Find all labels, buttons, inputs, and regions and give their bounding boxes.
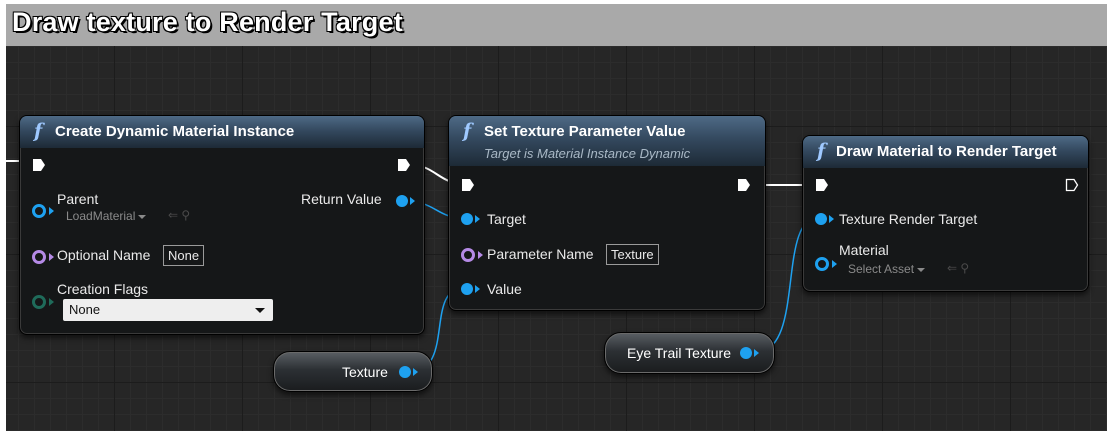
- pin-label-value: Value: [487, 281, 522, 297]
- function-icon: f: [817, 140, 826, 162]
- pin-arrow: [49, 207, 54, 215]
- variable-label: Eye Trail Texture: [627, 345, 732, 361]
- texture-render-target-input-pin[interactable]: [815, 213, 827, 225]
- exec-in-pin[interactable]: [461, 178, 475, 192]
- node-subtitle: Target is Material Instance Dynamic: [484, 146, 691, 161]
- pin-arrow: [413, 368, 418, 376]
- variable-node-texture[interactable]: Texture: [273, 351, 433, 392]
- node-draw-material-to-render-target[interactable]: f Draw Material to Render Target Texture…: [802, 135, 1089, 292]
- pin-label-return-value: Return Value: [301, 191, 382, 207]
- variable-label: Texture: [342, 364, 388, 380]
- function-icon: f: [34, 120, 43, 142]
- value-input-pin[interactable]: [461, 283, 473, 295]
- chevron-down-icon: [138, 214, 147, 219]
- node-create-dynamic-material-instance[interactable]: f Create Dynamic Material Instance Paren…: [19, 115, 425, 335]
- exec-in-pin[interactable]: [815, 178, 829, 192]
- exec-out-pin[interactable]: [1065, 178, 1079, 192]
- chevron-down-icon: [255, 308, 265, 313]
- creation-flags-value: None: [69, 302, 101, 317]
- node-set-texture-parameter-value[interactable]: f Set Texture Parameter Value Target is …: [448, 115, 766, 311]
- pin-arrow: [49, 253, 54, 261]
- pin-arrow: [49, 298, 54, 306]
- pin-label-material: Material: [839, 242, 889, 258]
- pin-label-creation-flags: Creation Flags: [57, 281, 149, 297]
- optional-name-textbox[interactable]: None: [163, 245, 205, 266]
- pin-label-parent: Parent: [57, 191, 99, 207]
- chevron-down-icon: [917, 267, 926, 272]
- pin-arrow: [475, 215, 480, 223]
- function-icon: f: [463, 120, 472, 142]
- pin-arrow: [478, 251, 483, 259]
- parent-asset-picker[interactable]: LoadMaterial: [66, 209, 147, 223]
- parameter-name-textbox[interactable]: Texture: [606, 244, 659, 265]
- parameter-name-input-pin[interactable]: [461, 248, 475, 262]
- optional-name-input-pin[interactable]: [32, 250, 46, 264]
- pin-arrow: [475, 285, 480, 293]
- pin-label-texture-render-target: Texture Render Target: [839, 211, 978, 227]
- exec-out-pin[interactable]: [737, 178, 751, 192]
- exec-in-pin[interactable]: [32, 158, 46, 172]
- eye-trail-texture-output-pin[interactable]: [740, 347, 752, 359]
- material-input-pin[interactable]: [815, 257, 829, 271]
- asset-tool-icons[interactable]: ⇐ ⚲: [168, 208, 190, 222]
- pin-label-target: Target: [487, 211, 526, 227]
- parent-asset-value: LoadMaterial: [66, 209, 136, 223]
- target-input-pin[interactable]: [461, 213, 473, 225]
- node-title: Set Texture Parameter Value: [484, 123, 686, 140]
- arrow-left-icon[interactable]: ⇐: [947, 261, 957, 275]
- material-asset-picker[interactable]: Select Asset: [848, 262, 926, 276]
- creation-flags-input-pin[interactable]: [32, 295, 46, 309]
- node-title: Draw Material to Render Target: [836, 143, 1057, 160]
- pin-label-optional-name: Optional Name: [57, 247, 151, 263]
- pin-arrow: [832, 260, 837, 268]
- material-asset-value: Select Asset: [848, 262, 915, 276]
- asset-tool-icons[interactable]: ⇐ ⚲: [947, 261, 969, 275]
- blueprint-graph-canvas[interactable]: Draw texture to Render Target f Create D…: [6, 4, 1107, 431]
- magnifier-icon[interactable]: ⚲: [181, 208, 190, 222]
- variable-node-eye-trail-texture[interactable]: Eye Trail Texture: [604, 332, 775, 374]
- return-value-output-pin[interactable]: [396, 195, 408, 207]
- arrow-left-icon[interactable]: ⇐: [168, 208, 178, 222]
- texture-output-pin[interactable]: [399, 366, 411, 378]
- pin-arrow: [410, 197, 415, 205]
- magnifier-icon[interactable]: ⚲: [960, 261, 969, 275]
- pin-arrow: [829, 215, 834, 223]
- exec-out-pin[interactable]: [397, 158, 411, 172]
- pin-arrow: [754, 349, 759, 357]
- creation-flags-dropdown[interactable]: None: [63, 299, 273, 321]
- pin-label-parameter-name: Parameter Name: [487, 246, 594, 262]
- node-title: Create Dynamic Material Instance: [55, 123, 295, 140]
- parent-input-pin[interactable]: [32, 204, 46, 218]
